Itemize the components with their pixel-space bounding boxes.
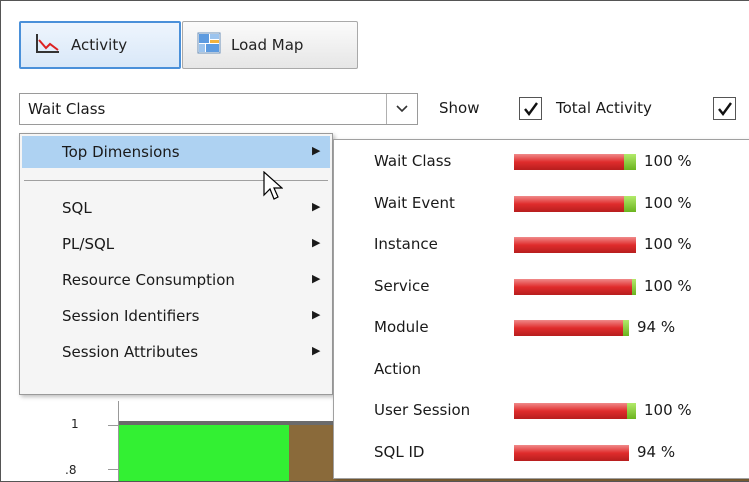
total-activity-label: Total Activity [556,99,652,117]
dimension-bar-red [514,403,627,419]
dimension-name: Wait Event [374,193,455,212]
menu-item-label: Resource Consumption [62,271,235,289]
dimension-bar-green [624,154,636,170]
second-series-checkbox[interactable] [713,97,736,120]
dimension-popup-menu: Top Dimensions ▶ SQL ▶ PL/SQL ▶ Resource… [19,133,333,395]
triangle-right-icon: ▶ [312,344,321,357]
dimension-bar-green [624,195,636,212]
dimension-row[interactable]: Action [334,350,749,390]
menu-item-top-dimensions[interactable]: Top Dimensions ▶ [22,136,330,168]
dimension-bar-green [627,403,636,419]
dimension-row[interactable]: SQL ID 94 % [334,433,749,473]
menu-item-resource-consumption[interactable]: Resource Consumption ▶ [22,264,330,296]
dimension-bar-red [514,444,629,461]
activity-tab-button[interactable]: Activity [19,21,181,69]
dimension-bar-green [623,320,629,336]
y-tick-mark [108,425,118,426]
y-tick-label: .8 [65,463,77,477]
menu-item-label: Session Identifiers [62,307,200,325]
chevron-down-icon[interactable] [386,94,417,124]
dimension-percent: 100 % [644,401,692,419]
dimension-row[interactable]: Service 100 % [334,267,749,307]
load-map-icon [197,32,221,58]
dimension-name: User Session [374,401,471,419]
line-chart-icon [35,32,61,58]
menu-item-label: SQL [62,199,92,217]
dimension-bar-green [632,278,636,295]
triangle-right-icon: ▶ [312,236,321,249]
dimension-bar-red [514,278,632,295]
show-label: Show [439,99,480,117]
dimension-row[interactable]: Wait Event 100 % [334,184,749,224]
y-tick-mark [108,469,118,470]
menu-item-session-attributes[interactable]: Session Attributes ▶ [22,336,330,368]
dimension-percent: 100 % [644,193,692,212]
dimension-name: SQL ID [374,442,425,461]
dimension-percent: 100 % [644,276,692,295]
load-map-tab-label: Load Map [231,36,304,54]
dimension-select-value: Wait Class [28,100,106,118]
top-activity-panel: Activity Load Map Wait Class Show Total … [0,0,749,482]
activity-tab-label: Activity [71,36,128,54]
y-tick-label: 1 [71,417,79,431]
dimension-percent: 100 % [644,235,692,253]
top-dimensions-submenu: Wait Class 100 % Wait Event 100 % Instance 10… [333,139,749,479]
total-activity-checkbox[interactable] [519,97,542,120]
dimension-bar-red [514,320,623,336]
triangle-right-icon: ▶ [312,272,321,285]
triangle-right-icon: ▶ [312,144,321,157]
dimension-row[interactable]: Module 94 % [334,308,749,348]
dimension-name: Module [374,318,429,336]
dimension-percent: 94 % [637,442,676,461]
load-map-tab-button[interactable]: Load Map [182,21,358,69]
menu-item-sql[interactable]: SQL ▶ [22,192,330,224]
menu-item-session-identifiers[interactable]: Session Identifiers ▶ [22,300,330,332]
dimension-bar-red [514,237,636,253]
dimension-name: Service [374,276,430,295]
dimension-row[interactable]: Instance 100 % [334,225,749,265]
menu-item-label: Top Dimensions [62,143,180,161]
triangle-right-icon: ▶ [312,200,321,213]
menu-item-label: PL/SQL [62,235,115,253]
dimension-name: Action [374,359,421,378]
dimension-percent: 94 % [637,318,676,336]
dimension-row[interactable]: Wait Class 100 % [334,142,749,182]
dimension-select[interactable]: Wait Class [19,93,418,125]
chart-area-series-1 [119,425,289,481]
dimension-row[interactable]: User Session 100 % [334,391,749,431]
mouse-pointer-icon [263,171,283,200]
menu-item-label: Session Attributes [62,343,199,361]
dimension-percent: 100 % [644,152,692,170]
dimension-bar-red [514,195,624,212]
dimension-name: Instance [374,235,438,253]
dimension-name: Wait Class [374,152,452,170]
dimension-bar-red [514,154,624,170]
triangle-right-icon: ▶ [312,308,321,321]
menu-item-plsql[interactable]: PL/SQL ▶ [22,228,330,260]
